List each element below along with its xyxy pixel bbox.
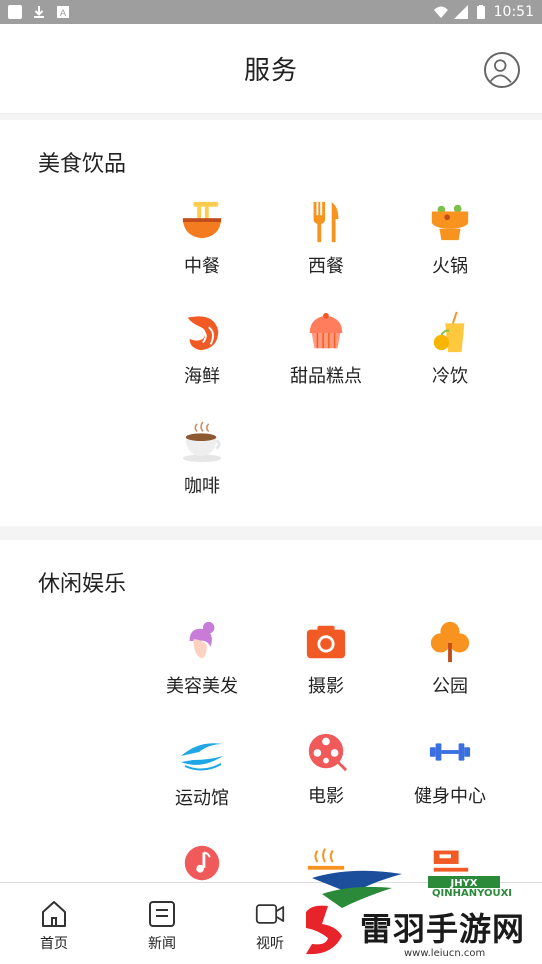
service-label: 运动馆 (175, 788, 229, 809)
download-icon (34, 6, 44, 18)
video-icon (255, 904, 285, 924)
cake-icon (309, 312, 343, 349)
section-title: 美食饮品 (38, 152, 127, 177)
service-item-gym[interactable]: 健身中心 (388, 730, 512, 807)
fork-knife-icon (313, 201, 339, 243)
watermark-brand: 雷羽手游网 (360, 910, 526, 948)
service-item-western-food[interactable]: 西餐 (264, 200, 388, 277)
user-profile-button[interactable] (484, 52, 520, 88)
service-item-dessert[interactable]: 甜品糕点 (264, 310, 388, 387)
shrimp-icon (187, 316, 219, 351)
service-label: 摄影 (308, 676, 344, 697)
text-icon: A (57, 6, 69, 19)
tab-home[interactable]: 首页 (0, 883, 108, 964)
cold-drink-icon (433, 311, 465, 353)
service-label: 电影 (308, 786, 344, 807)
coffee-icon (182, 421, 222, 463)
music-icon (184, 845, 220, 881)
battery-icon (476, 5, 485, 19)
svg-text:A: A (60, 9, 67, 19)
news-icon (149, 901, 175, 927)
camera-icon (306, 625, 346, 659)
section-food-drink: 美食饮品 中餐 西餐 火锅 海鲜 甜品糕点 冷饮 咖啡 (0, 120, 542, 526)
wifi-icon (433, 6, 448, 18)
header: 服务 (0, 24, 542, 114)
service-label: 咖啡 (184, 476, 220, 497)
tab-label: 首页 (40, 936, 68, 952)
service-label: 甜品糕点 (290, 366, 362, 387)
app-square-icon (8, 5, 22, 19)
hairdo-icon (189, 621, 215, 659)
watermark-url: www.leiucn.com (404, 948, 486, 959)
tab-label: 新闻 (148, 936, 176, 952)
noodle-bowl-icon (182, 201, 222, 239)
service-label: 海鲜 (184, 366, 220, 387)
service-label: 中餐 (184, 256, 220, 277)
service-item-photography[interactable]: 摄影 (264, 620, 388, 697)
tab-news[interactable]: 新闻 (108, 883, 216, 964)
service-item-stadium[interactable]: 运动馆 (140, 730, 264, 809)
section-title: 休闲娱乐 (38, 572, 127, 597)
service-label: 美容美发 (166, 676, 238, 697)
status-time: 10:51 (493, 4, 534, 20)
hotpot-icon (431, 204, 469, 241)
watermark-logo: JHYX QINHANYOUXI 雷羽手游网 www.leiucn.com (292, 864, 542, 964)
service-label: 公园 (432, 676, 468, 697)
service-item-coffee[interactable]: 咖啡 (140, 420, 264, 497)
service-label: 火锅 (432, 256, 468, 277)
service-item-movie[interactable]: 电影 (264, 730, 388, 807)
dumbbell-icon (429, 743, 471, 761)
service-item-beauty-salon[interactable]: 美容美发 (140, 620, 264, 697)
watermark-tag: QINHANYOUXI (432, 888, 513, 899)
service-item-seafood[interactable]: 海鲜 (140, 310, 264, 387)
stadium-icon (181, 743, 223, 771)
home-icon (42, 901, 66, 927)
service-item-chinese-food[interactable]: 中餐 (140, 200, 264, 277)
service-label: 健身中心 (414, 786, 486, 807)
user-icon (488, 59, 512, 83)
section-leisure: 休闲娱乐 美容美发 摄影 公园 运动馆 电影 健身中心 (0, 540, 542, 884)
service-label: 西餐 (308, 256, 344, 277)
service-item-park[interactable]: 公园 (388, 620, 512, 697)
service-item-cold-drink[interactable]: 冷饮 (388, 310, 512, 387)
tree-icon (430, 621, 470, 663)
status-bar: A 10:51 (0, 0, 542, 24)
service-grid: 中餐 西餐 火锅 海鲜 甜品糕点 冷饮 咖啡 (140, 200, 512, 497)
service-label: 冷饮 (432, 366, 468, 387)
signal-icon (453, 5, 468, 19)
page-title: 服务 (243, 56, 298, 86)
service-item-hotpot[interactable]: 火锅 (388, 200, 512, 277)
film-reel-icon (308, 733, 348, 772)
tab-label: 视听 (256, 936, 284, 952)
